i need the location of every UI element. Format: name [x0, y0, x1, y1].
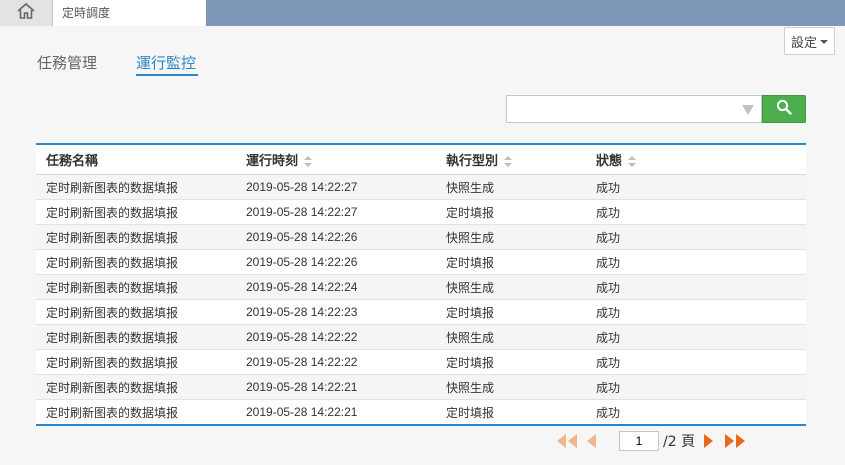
cell-status: 成功 [596, 324, 806, 350]
home-icon [16, 2, 36, 24]
table-header-row: 任務名稱 運行時刻 執行型別 狀態 [36, 145, 806, 175]
cell-run-time: 2019-05-28 14:22:26 [246, 224, 446, 250]
cell-task-name: 定时刷新图表的数据填报 [36, 249, 246, 275]
cell-task-name: 定时刷新图表的数据填报 [36, 374, 246, 400]
cell-run-time: 2019-05-28 14:22:22 [246, 324, 446, 350]
tab-run-monitor[interactable]: 運行監控 [136, 52, 196, 73]
table-row[interactable]: 定时刷新图表的数据填报 2019-05-28 14:22:21 快照生成 成功 [36, 374, 806, 400]
run-monitor-table: 任務名稱 運行時刻 執行型別 狀態 定时刷新图表的数据填报 2019-05-28 … [36, 143, 806, 426]
table-row[interactable]: 定时刷新图表的数据填报 2019-05-28 14:22:23 定时填报 成功 [36, 299, 806, 325]
cell-status: 成功 [596, 399, 806, 424]
cell-exec-type: 定时填报 [446, 399, 596, 424]
sort-icon[interactable] [304, 155, 313, 168]
search-button[interactable] [762, 95, 806, 123]
search-icon [776, 99, 792, 119]
cell-task-name: 定时刷新图表的数据填报 [36, 274, 246, 300]
cell-task-name: 定时刷新图表的数据填报 [36, 224, 246, 250]
cell-exec-type: 定时填报 [446, 199, 596, 225]
first-page-icon[interactable] [556, 434, 578, 448]
caret-down-icon [820, 40, 828, 44]
search-input[interactable] [507, 96, 739, 122]
table-row[interactable]: 定时刷新图表的数据填报 2019-05-28 14:22:24 快照生成 成功 [36, 274, 806, 300]
cell-exec-type: 快照生成 [446, 224, 596, 250]
table-row[interactable]: 定时刷新图表的数据填报 2019-05-28 14:22:27 定时填报 成功 [36, 199, 806, 225]
dropdown-triangle-icon[interactable] [742, 105, 754, 115]
cell-task-name: 定时刷新图表的数据填报 [36, 324, 246, 350]
tab-task-management[interactable]: 任務管理 [37, 52, 97, 73]
cell-status: 成功 [596, 199, 806, 225]
table-row[interactable]: 定时刷新图表的数据填报 2019-05-28 14:22:27 快照生成 成功 [36, 174, 806, 200]
active-tab-indicator [136, 74, 198, 76]
next-page-icon[interactable] [703, 434, 714, 448]
cell-status: 成功 [596, 224, 806, 250]
cell-status: 成功 [596, 174, 806, 200]
table-row[interactable]: 定时刷新图表的数据填报 2019-05-28 14:22:21 定时填报 成功 [36, 399, 806, 424]
settings-button[interactable]: 設定 [784, 27, 835, 55]
search-combobox[interactable] [506, 95, 762, 123]
sort-icon[interactable] [628, 155, 637, 168]
cell-run-time: 2019-05-28 14:22:27 [246, 174, 446, 200]
cell-run-time: 2019-05-28 14:22:21 [246, 374, 446, 400]
cell-exec-type: 快照生成 [446, 274, 596, 300]
column-header-status[interactable]: 狀態 [596, 145, 806, 175]
prev-page-icon[interactable] [586, 434, 597, 448]
cell-run-time: 2019-05-28 14:22:26 [246, 249, 446, 275]
cell-exec-type: 快照生成 [446, 374, 596, 400]
cell-task-name: 定时刷新图表的数据填报 [36, 174, 246, 200]
cell-status: 成功 [596, 374, 806, 400]
cell-status: 成功 [596, 249, 806, 275]
table-row[interactable]: 定时刷新图表的数据填报 2019-05-28 14:22:26 快照生成 成功 [36, 224, 806, 250]
column-header-task-name[interactable]: 任務名稱 [36, 145, 246, 175]
cell-task-name: 定时刷新图表的数据填报 [36, 399, 246, 424]
top-bar: 定時調度 [0, 0, 845, 26]
cell-task-name: 定时刷新图表的数据填报 [36, 299, 246, 325]
cell-status: 成功 [596, 299, 806, 325]
table-row[interactable]: 定时刷新图表的数据填报 2019-05-28 14:22:22 快照生成 成功 [36, 324, 806, 350]
cell-exec-type: 定时填报 [446, 299, 596, 325]
tab-scheduling[interactable]: 定時調度 [53, 0, 206, 26]
cell-task-name: 定时刷新图表的数据填报 [36, 349, 246, 375]
cell-exec-type: 定时填报 [446, 249, 596, 275]
cell-task-name: 定时刷新图表的数据填报 [36, 199, 246, 225]
home-button[interactable] [0, 0, 53, 26]
cell-exec-type: 快照生成 [446, 174, 596, 200]
page-total-label: /2 頁 [663, 434, 696, 450]
cell-run-time: 2019-05-28 14:22:21 [246, 399, 446, 424]
last-page-icon[interactable] [724, 434, 746, 448]
cell-run-time: 2019-05-28 14:22:22 [246, 349, 446, 375]
cell-status: 成功 [596, 349, 806, 375]
cell-status: 成功 [596, 274, 806, 300]
column-header-run-time[interactable]: 運行時刻 [246, 145, 446, 175]
table-row[interactable]: 定时刷新图表的数据填报 2019-05-28 14:22:26 定时填报 成功 [36, 249, 806, 275]
settings-label: 設定 [790, 35, 817, 51]
column-header-exec-type[interactable]: 執行型別 [446, 145, 596, 175]
sort-icon[interactable] [504, 155, 513, 168]
pagination: /2 頁 [556, 431, 746, 451]
cell-run-time: 2019-05-28 14:22:23 [246, 299, 446, 325]
cell-run-time: 2019-05-28 14:22:24 [246, 274, 446, 300]
cell-exec-type: 定时填报 [446, 349, 596, 375]
page-number-input[interactable] [619, 431, 659, 451]
cell-exec-type: 快照生成 [446, 324, 596, 350]
table-row[interactable]: 定时刷新图表的数据填报 2019-05-28 14:22:22 定时填报 成功 [36, 349, 806, 375]
cell-run-time: 2019-05-28 14:22:27 [246, 199, 446, 225]
